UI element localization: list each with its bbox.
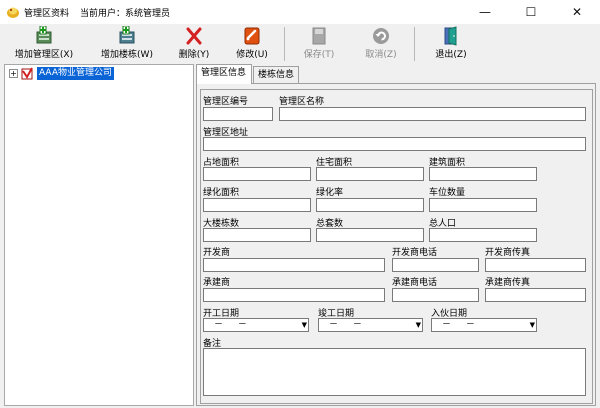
modify-button[interactable]: 修改(U): [230, 24, 274, 64]
exit-button[interactable]: 退出(Z): [428, 24, 474, 64]
land-area-input[interactable]: [203, 167, 311, 181]
add-area-icon: [36, 26, 52, 44]
contractor-input[interactable]: [203, 288, 385, 302]
add-building-label: 增加楼栋(W): [101, 50, 153, 60]
current-user-label: 当前用户：系统管理员: [80, 9, 171, 19]
toolbar: 增加管理区(X) 增加楼栋(W) 删除(Y) 修改(U) 保存(T) 取消(Z)…: [0, 24, 600, 64]
contractor-fax-label: 承建商传真: [485, 278, 531, 288]
large-buildings-input[interactable]: [203, 228, 311, 242]
save-icon: [312, 27, 326, 45]
add-area-button[interactable]: 增加管理区(X): [8, 24, 80, 64]
contractor-label: 承建商: [203, 278, 231, 288]
tab-area-info[interactable]: 管理区信息: [196, 64, 252, 84]
save-label: 保存(T): [303, 50, 335, 60]
minimize-button[interactable]: —: [462, 0, 508, 24]
save-button[interactable]: 保存(T): [296, 24, 342, 64]
move-in-date-value: － －: [442, 320, 481, 330]
chevron-down-icon: ▼: [301, 321, 307, 329]
delete-icon: [186, 27, 202, 45]
contractor-phone-input[interactable]: [392, 288, 479, 302]
company-node-icon: [21, 67, 33, 80]
modify-label: 修改(U): [236, 50, 268, 60]
contractor-phone-label: 承建商电话: [392, 278, 438, 288]
title-bar: 管理区资料 当前用户：系统管理员 — ☐ ✕: [0, 0, 600, 24]
tree-panel[interactable]: + AAA物业管理公司: [4, 64, 194, 406]
green-rate-input[interactable]: [316, 198, 424, 212]
start-date-value: － －: [214, 320, 253, 330]
developer-phone-input[interactable]: [392, 258, 479, 272]
add-building-icon: [119, 26, 135, 44]
cancel-button[interactable]: 取消(Z): [358, 24, 404, 64]
remarks-textarea[interactable]: [203, 348, 586, 396]
window-title: 管理区资料: [24, 9, 70, 19]
area-name-input[interactable]: [279, 107, 586, 121]
green-area-input[interactable]: [203, 198, 311, 212]
move-in-date-picker[interactable]: － － ▼: [431, 318, 537, 332]
app-icon: [7, 7, 19, 18]
tree-node-root[interactable]: AAA物业管理公司: [37, 67, 114, 80]
toolbar-separator: [414, 27, 415, 61]
delete-button[interactable]: 删除(Y): [172, 24, 216, 64]
area-no-input[interactable]: [203, 107, 273, 121]
tree-expand-toggle[interactable]: +: [9, 69, 18, 78]
cancel-label: 取消(Z): [365, 50, 397, 60]
modify-icon: [244, 27, 260, 45]
green-rate-label: 绿化率: [316, 188, 344, 198]
toolbar-separator: [284, 27, 285, 61]
developer-fax-label: 开发商传真: [485, 248, 531, 258]
developer-fax-input[interactable]: [485, 258, 586, 272]
green-area-label: 绿化面积: [203, 188, 240, 198]
add-area-label: 增加管理区(X): [14, 50, 74, 60]
exit-door-icon: [444, 26, 457, 46]
tab-building-info[interactable]: 楼栋信息: [253, 66, 299, 83]
cancel-icon: [373, 28, 389, 44]
chevron-down-icon: ▼: [529, 321, 535, 329]
contractor-fax-input[interactable]: [485, 288, 586, 302]
area-name-label: 管理区名称: [279, 97, 325, 107]
parking-count-label: 车位数量: [429, 188, 466, 198]
chevron-down-icon: ▼: [415, 321, 421, 329]
parking-count-input[interactable]: [429, 198, 537, 212]
maximize-button[interactable]: ☐: [508, 0, 554, 24]
residential-area-input[interactable]: [316, 167, 424, 181]
close-window-button[interactable]: ✕: [554, 0, 600, 24]
developer-phone-label: 开发商电话: [392, 248, 438, 258]
area-no-label: 管理区编号: [203, 97, 249, 107]
start-date-picker[interactable]: － － ▼: [203, 318, 309, 332]
developer-label: 开发商: [203, 248, 231, 258]
area-address-input[interactable]: [203, 137, 586, 151]
total-population-input[interactable]: [429, 228, 537, 242]
delete-label: 删除(Y): [178, 50, 210, 60]
developer-input[interactable]: [203, 258, 385, 272]
finish-date-picker[interactable]: － － ▼: [318, 318, 423, 332]
add-building-button[interactable]: 增加楼栋(W): [94, 24, 160, 64]
building-area-input[interactable]: [429, 167, 537, 181]
total-units-input[interactable]: [316, 228, 424, 242]
finish-date-value: － －: [329, 320, 368, 330]
exit-label: 退出(Z): [435, 50, 467, 60]
